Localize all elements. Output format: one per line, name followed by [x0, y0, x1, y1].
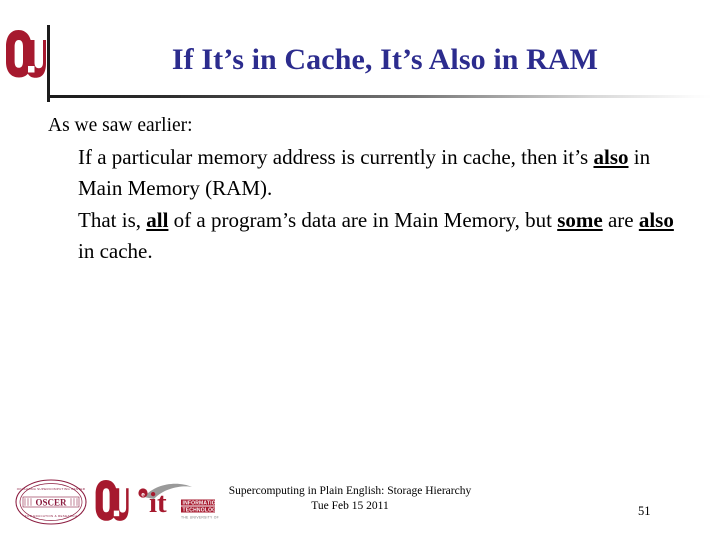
footer-line-1: Supercomputing in Plain English: Storage… [228, 485, 472, 497]
ou-logo [4, 26, 48, 84]
oscer-wordmark: OSCER [35, 498, 67, 508]
bullet-2-part-4: are [602, 208, 639, 233]
header-horizontal-rule [50, 95, 712, 98]
slide-body: As we saw earlier: If a particular memor… [48, 112, 676, 269]
slide-number: 51 [638, 504, 651, 518]
bullet-2-part-0: That is, [78, 208, 147, 233]
body-lead-text: As we saw earlier: [48, 115, 193, 136]
bullet-2-part-1: all [146, 208, 169, 233]
bullet-1-part-1: also [593, 145, 629, 170]
bullet-2-part-2: of a program’s data are in Main Memory, … [168, 208, 558, 233]
oscer-seal-logo: OSCER OKLAHOMA SUPERCOMPUTING CENTER FOR… [13, 477, 89, 527]
slide: If It’s in Cache, It’s Also in RAM As we… [0, 0, 720, 540]
body-bullet-2: That is, all of a program’s data are in … [48, 205, 676, 266]
bullet-2-part-6: in cache. [78, 239, 153, 264]
page-title: If It’s in Cache, It’s Also in RAM [171, 43, 599, 76]
svg-text:FOR EDUCATION & RESEARCH: FOR EDUCATION & RESEARCH [25, 514, 77, 518]
bullet-2-part-5: also [638, 208, 674, 233]
ou-logo [94, 478, 130, 525]
svg-text:THE UNIVERSITY OF OKLAHOMA: THE UNIVERSITY OF OKLAHOMA [181, 515, 220, 519]
svg-text:e: e [141, 491, 145, 498]
header-vertical-rule [47, 25, 50, 102]
footer-line-2: Tue Feb 15 2011 [311, 499, 389, 512]
body-bullet-1: If a particular memory address is curren… [48, 142, 676, 203]
bullet-1-part-0: If a particular memory address is curren… [78, 145, 594, 170]
footer-text: Supercomputing in Plain English: Storage… [150, 484, 550, 513]
svg-text:OKLAHOMA SUPERCOMPUTING CENTER: OKLAHOMA SUPERCOMPUTING CENTER [17, 487, 86, 491]
bullet-2-part-3: some [557, 208, 603, 233]
